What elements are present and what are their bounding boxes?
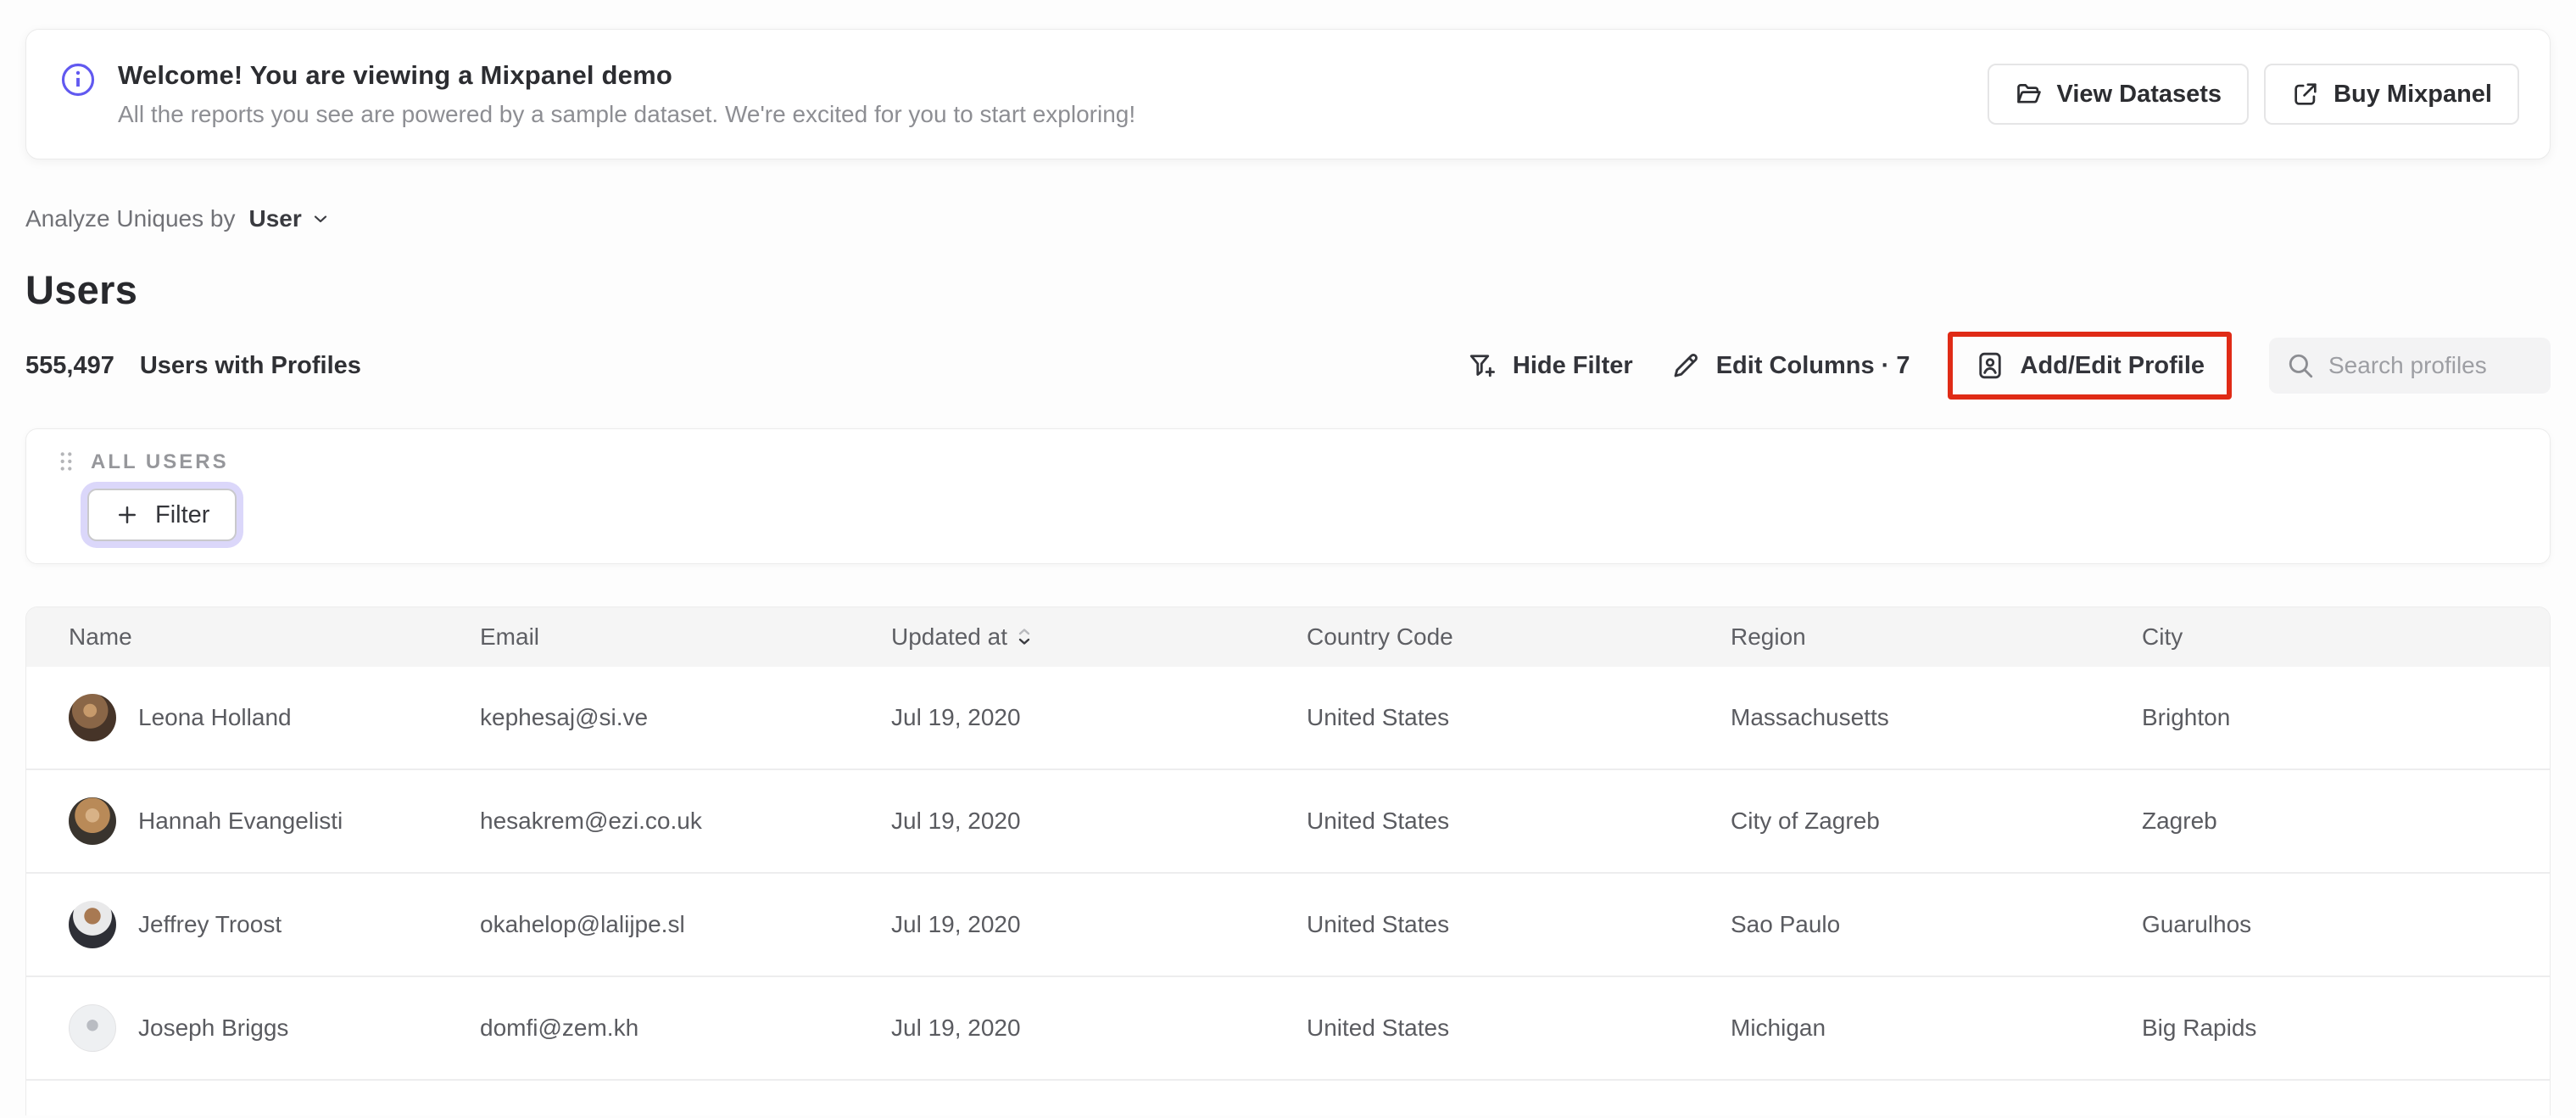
user-country: United States — [1307, 1015, 1450, 1041]
user-updated-at: Jul 19, 2020 — [891, 1015, 1021, 1041]
search-icon — [2286, 351, 2315, 380]
filter-panel: ALL USERS Filter — [25, 428, 2551, 564]
hide-filter-label: Hide Filter — [1512, 351, 1633, 379]
user-updated-at: Jul 19, 2020 — [891, 704, 1021, 730]
add-edit-profile-label: Add/Edit Profile — [2020, 351, 2205, 379]
buy-mixpanel-button[interactable]: Buy Mixpanel — [2264, 64, 2519, 125]
users-table: Name Email Updated at Country Code Regio… — [25, 607, 2551, 1115]
search-profiles[interactable] — [2269, 338, 2551, 394]
user-country: United States — [1307, 704, 1450, 730]
column-header-country-code[interactable]: Country Code — [1307, 623, 1731, 651]
filter-group-label: ALL USERS — [91, 450, 229, 473]
user-city: Zagreb — [2142, 808, 2217, 834]
user-name: Jeffrey Troost — [138, 911, 282, 937]
column-header-region[interactable]: Region — [1731, 623, 2142, 651]
chevron-down-icon — [310, 209, 331, 229]
column-header-name[interactable]: Name — [69, 623, 480, 651]
welcome-banner: Welcome! You are viewing a Mixpanel demo… — [25, 29, 2551, 159]
search-profiles-input[interactable] — [2328, 352, 2534, 379]
user-country: United States — [1307, 808, 1450, 834]
user-updated-at: Jul 19, 2020 — [891, 911, 1021, 937]
banner-actions: View Datasets Buy Mixpanel — [1987, 64, 2519, 125]
external-link-icon — [2291, 80, 2320, 109]
column-header-city[interactable]: City — [2142, 623, 2550, 651]
user-name: Hannah Evangelisti — [138, 808, 343, 834]
banner-title: Welcome! You are viewing a Mixpanel demo — [118, 60, 673, 90]
add-filter-label: Filter — [155, 500, 210, 528]
hide-filter-button[interactable]: Hide Filter — [1467, 350, 1633, 381]
user-name: Leona Holland — [138, 704, 292, 730]
user-email: domfi@zem.kh — [480, 1015, 639, 1041]
avatar — [69, 797, 116, 845]
stats-toolbar-row: 555,497 Users with Profiles Hide Filter … — [25, 330, 2551, 401]
table-toolbar: Hide Filter Edit Columns · 7 Add/Edit Pr… — [1467, 332, 2551, 400]
analyze-by-dropdown[interactable]: User — [248, 205, 330, 232]
user-region: City of Zagreb — [1731, 808, 1880, 834]
table-row[interactable]: Leona Holland kephesaj@si.ve Jul 19, 202… — [26, 667, 2550, 770]
banner-subtitle: All the reports you see are powered by a… — [118, 101, 1136, 127]
view-datasets-label: View Datasets — [2056, 80, 2222, 108]
user-email: kephesaj@si.ve — [480, 704, 649, 730]
user-country: United States — [1307, 911, 1450, 937]
profiles-summary: 555,497 Users with Profiles — [25, 352, 361, 380]
profile-badge-icon — [1975, 350, 2005, 381]
add-filter-button[interactable]: Filter — [87, 489, 237, 541]
user-city: Big Rapids — [2142, 1015, 2257, 1041]
analyze-uniques-label: Analyze Uniques by — [25, 205, 236, 232]
user-region: Sao Paulo — [1731, 911, 1841, 937]
column-header-email[interactable]: Email — [480, 623, 891, 651]
user-name-cell: Hannah Evangelisti — [69, 797, 480, 845]
folder-icon — [2015, 80, 2044, 109]
analyze-by-value: User — [248, 205, 302, 232]
table-row[interactable]: Jeffrey Troost okahelop@lalijpe.sl Jul 1… — [26, 874, 2550, 977]
add-edit-profile-highlight: Add/Edit Profile — [1947, 332, 2232, 400]
banner-text: Welcome! You are viewing a Mixpanel demo… — [118, 60, 1988, 128]
user-name-cell: Joseph Briggs — [69, 1004, 480, 1052]
edit-columns-label: Edit Columns · 7 — [1715, 351, 1910, 379]
avatar — [69, 901, 116, 948]
user-updated-at: Jul 19, 2020 — [891, 808, 1021, 834]
analyze-row: Analyze Uniques by User — [25, 205, 2551, 232]
drag-handle-icon[interactable] — [55, 450, 77, 475]
profiles-count-label: Users with Profiles — [139, 351, 361, 379]
user-region: Massachusetts — [1731, 704, 1889, 730]
table-header-row: Name Email Updated at Country Code Regio… — [26, 607, 2550, 667]
profiles-count: 555,497 — [25, 351, 114, 379]
user-city: Brighton — [2142, 704, 2231, 730]
user-name-cell: Jeffrey Troost — [69, 901, 480, 948]
pencil-icon — [1670, 350, 1701, 381]
view-datasets-button[interactable]: View Datasets — [1987, 64, 2250, 125]
avatar — [69, 1004, 116, 1052]
add-filter-wrap: Filter — [87, 489, 237, 541]
page-title: Users — [25, 267, 138, 312]
info-icon — [60, 62, 96, 98]
funnel-plus-icon — [1467, 350, 1497, 381]
edit-columns-button[interactable]: Edit Columns · 7 — [1670, 350, 1910, 381]
buy-mixpanel-label: Buy Mixpanel — [2333, 80, 2492, 108]
user-name: Joseph Briggs — [138, 1015, 289, 1041]
user-email: hesakrem@ezi.co.uk — [480, 808, 702, 834]
column-header-updated-at[interactable]: Updated at — [891, 623, 1307, 651]
user-region: Michigan — [1731, 1015, 1826, 1041]
user-email: okahelop@lalijpe.sl — [480, 911, 685, 937]
table-row[interactable]: Hannah Evangelisti hesakrem@ezi.co.uk Ju… — [26, 770, 2550, 874]
add-edit-profile-button[interactable]: Add/Edit Profile — [1975, 350, 2205, 381]
filter-group-header: ALL USERS — [55, 450, 2521, 475]
avatar — [69, 694, 116, 741]
sort-icon[interactable] — [1016, 626, 1033, 648]
user-city: Guarulhos — [2142, 911, 2252, 937]
user-name-cell: Leona Holland — [69, 694, 480, 741]
table-row[interactable]: Joseph Briggs domfi@zem.kh Jul 19, 2020 … — [26, 977, 2550, 1081]
plus-icon — [114, 502, 140, 528]
